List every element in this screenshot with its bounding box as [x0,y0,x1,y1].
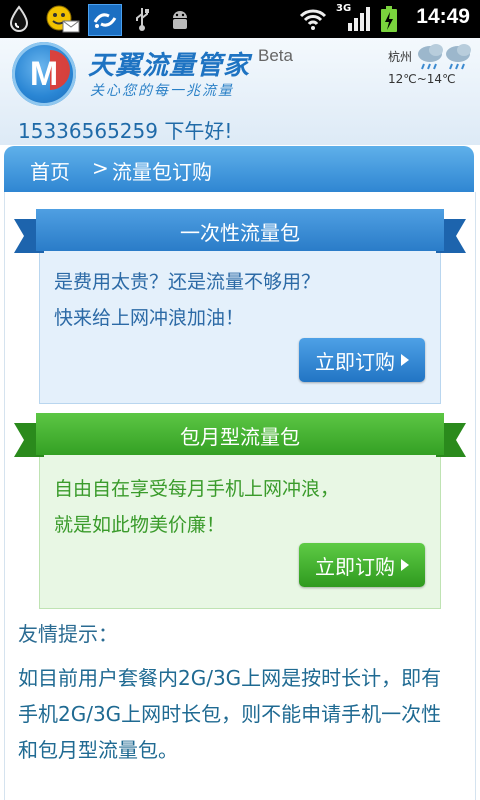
one-time-package-ribbon: 一次性流量包 [14,209,466,253]
card-line: 快来给上网冲浪加油！ [54,307,245,329]
monthly-package-card: 自由自在享受每月手机上网冲浪， 就是如此物美价廉！ 立即订购 [39,452,441,609]
subscribe-one-time-button[interactable]: 立即订购 [299,338,425,382]
arrow-right-icon [401,354,409,366]
breadcrumb-current: 流量包订购 [112,160,212,184]
arrow-right-icon [401,559,409,571]
package-title: 包月型流量包 [180,425,300,449]
tips-body: 如目前用户套餐内2G/3G上网是按时长计，即有手机2G/3G上网时长包，则不能申… [18,666,442,762]
card-line: 就是如此物美价廉！ [54,514,226,536]
clock: 14:49 [416,5,470,28]
battery-charging-icon [378,4,400,34]
card-line: 是费用太贵？还是流量不够用？ [54,271,321,293]
sync-icon [88,4,122,36]
package-title: 一次性流量包 [180,221,300,245]
signal-icon: 3G [334,3,370,34]
slogan: 关心您的每一兆流量 [90,83,234,99]
breadcrumb-separator: > [92,156,109,180]
logo-letter-icon: M [29,55,59,93]
button-label: 立即订购 [315,349,395,374]
weather-temp: 12℃~14℃ [388,72,456,86]
weather-city[interactable]: 杭州 [388,48,412,65]
status-bar: 3G 14:49 [0,0,480,38]
greeting: 15336565259 下午好! [18,119,233,143]
qq-face-icon [44,4,80,34]
weather-rain-icon[interactable] [416,42,472,76]
button-label: 立即订购 [315,554,395,579]
wifi-icon [298,4,328,34]
drop-icon [6,4,32,34]
card-line: 自由自在享受每月手机上网冲浪， [54,478,340,500]
breadcrumb: 首页 > 流量包订购 [4,146,474,192]
android-debug-icon [168,4,192,34]
app-title: 天翼流量管家 [88,50,251,80]
app-header: M 天翼流量管家 Beta 关心您的每一兆流量 杭州 12℃~14℃ 15336… [0,38,480,145]
monthly-package-ribbon: 包月型流量包 [14,413,466,457]
subscribe-monthly-button[interactable]: 立即订购 [299,543,425,587]
one-time-package-card: 是费用太贵？还是流量不够用？ 快来给上网冲浪加油！ 立即订购 [39,247,441,404]
beta-label: Beta [258,46,293,65]
tips-title: 友情提示： [18,622,118,646]
network-type-label: 3G [336,3,352,14]
breadcrumb-home[interactable]: 首页 [30,156,70,185]
usb-icon [130,4,154,34]
